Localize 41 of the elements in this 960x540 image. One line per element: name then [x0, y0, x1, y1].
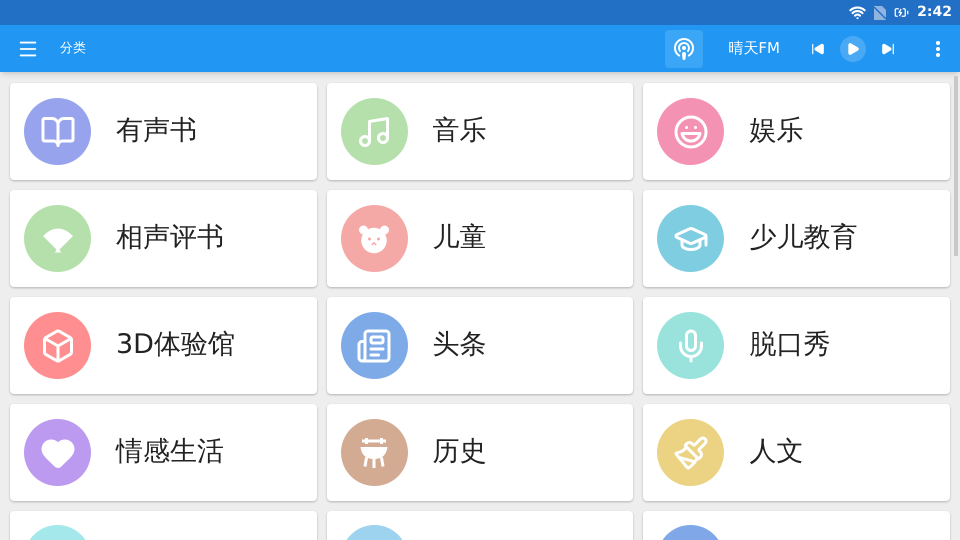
play-icon — [846, 42, 860, 56]
category-card[interactable]: 情感生活 — [10, 404, 317, 501]
category-card[interactable]: 3D体验馆 — [10, 297, 317, 394]
category-label: 音乐 — [432, 114, 487, 148]
radio-button[interactable] — [665, 30, 704, 68]
category-card[interactable]: 娱乐 — [643, 83, 950, 180]
category-label: 娱乐 — [749, 114, 804, 148]
category-card[interactable]: 相声评书 — [10, 190, 317, 287]
station-name: 晴天FM — [728, 38, 780, 60]
category-label: 相声评书 — [116, 221, 224, 256]
category-card[interactable]: 少儿教育 — [643, 190, 950, 287]
paintbrush-icon — [672, 434, 709, 470]
category-label: 少儿教育 — [749, 221, 858, 256]
category-card[interactable]: 音乐 — [326, 83, 634, 180]
app-bar-title: 分类 — [60, 40, 86, 58]
newspaper-icon — [356, 328, 392, 364]
play-button[interactable] — [840, 36, 866, 62]
battery-icon — [894, 5, 910, 20]
category-label: 人文 — [749, 435, 804, 470]
category-label: 儿童 — [432, 221, 487, 256]
category-label: 历史 — [432, 435, 487, 470]
laughing-face-icon — [672, 114, 709, 150]
category-card[interactable]: 儿童 — [326, 190, 634, 287]
radio-icon — [672, 36, 696, 60]
category-card[interactable]: 历史 — [326, 404, 634, 501]
category-label: 3D体验馆 — [116, 328, 235, 362]
previous-icon — [811, 42, 825, 56]
category-card[interactable]: 有声书 — [10, 83, 317, 180]
wifi-icon — [849, 4, 866, 21]
clock-time: 2:42 — [917, 3, 952, 22]
next-icon — [881, 42, 895, 56]
scrollbar[interactable] — [954, 76, 958, 256]
category-label: 情感生活 — [116, 435, 224, 470]
category-card[interactable]: 头条 — [326, 297, 634, 394]
category-card[interactable]: 人文 — [643, 404, 950, 501]
category-card[interactable]: 脱口秀 — [643, 297, 950, 394]
category-label: 脱口秀 — [749, 328, 830, 362]
more-icon — [936, 40, 940, 56]
category-label: 有声书 — [116, 114, 197, 148]
category-label: 头条 — [432, 328, 487, 362]
no-sim-icon — [874, 6, 886, 20]
